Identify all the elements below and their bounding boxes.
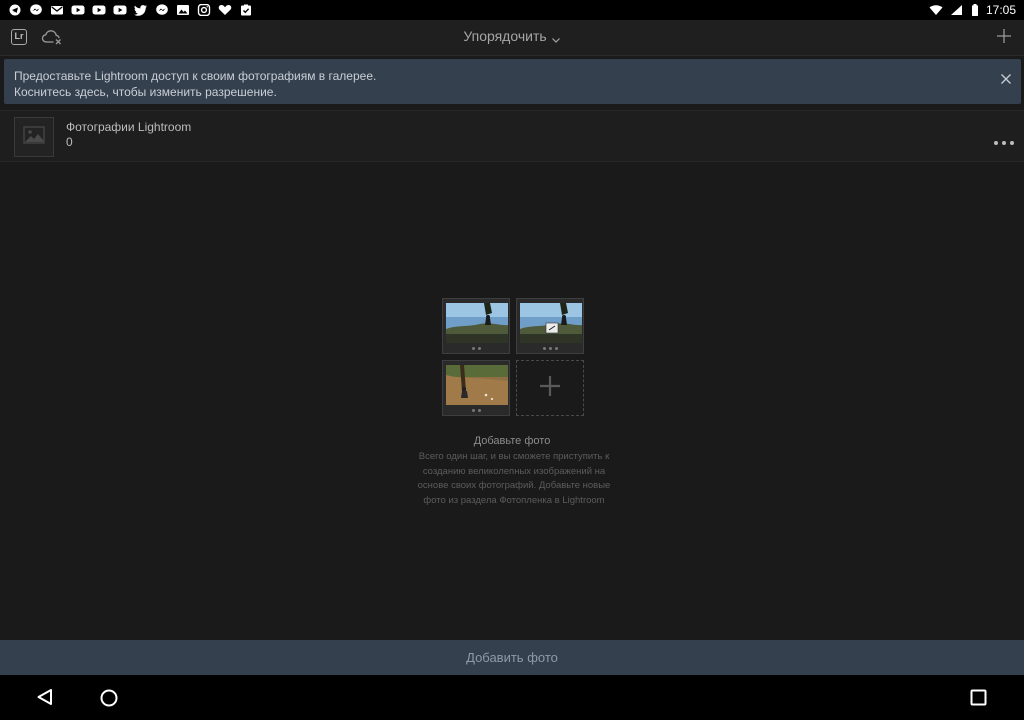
banner-hint: Коснитесь здесь, чтобы изменить разрешен…	[14, 85, 277, 99]
heart-icon	[218, 4, 232, 16]
add-photo-tile[interactable]	[516, 360, 584, 416]
add-photo-button[interactable]: Добавить фото	[0, 640, 1024, 675]
album-count: 0	[66, 135, 73, 149]
album-row[interactable]: Фотографии Lightroom 0	[0, 110, 1024, 162]
empty-state-title: Добавьте фото	[473, 435, 551, 447]
clock: 17:05	[985, 3, 1016, 17]
battery-icon	[971, 4, 979, 16]
home-icon[interactable]	[99, 688, 119, 708]
sample-photo-card	[442, 360, 510, 416]
youtube-icon	[71, 4, 85, 16]
plus-icon[interactable]	[996, 28, 1012, 44]
gmail-icon	[50, 4, 64, 16]
banner-message: Предоставьте Lightroom доступ к своим фо…	[14, 69, 377, 83]
youtube-icon	[92, 4, 106, 16]
instagram-icon	[197, 4, 211, 16]
close-icon[interactable]	[1000, 72, 1012, 84]
sort-menu[interactable]: Упорядочить	[0, 28, 1024, 44]
sample-photo	[446, 365, 508, 405]
chevron-down-icon	[551, 32, 561, 44]
twitter-icon	[134, 4, 148, 16]
telegram-icon	[8, 4, 22, 16]
messenger-icon	[155, 4, 169, 16]
empty-state-illustration	[442, 298, 586, 418]
wifi-icon	[929, 4, 943, 16]
notification-icons	[8, 4, 253, 16]
gallery-icon	[176, 4, 190, 16]
sample-photo-card	[442, 298, 510, 354]
album-name: Фотографии Lightroom	[66, 120, 192, 134]
recent-apps-icon[interactable]	[970, 689, 987, 706]
system-navigation-bar	[0, 675, 1024, 720]
plus-icon	[539, 375, 561, 402]
back-icon[interactable]	[36, 688, 54, 706]
empty-state-description: Всего один шаг, и вы сможете приступить …	[417, 451, 611, 506]
youtube-icon	[113, 4, 127, 16]
messenger-icon	[29, 4, 43, 16]
sample-photo	[520, 303, 582, 343]
permission-banner[interactable]: Предоставьте Lightroom доступ к своим фо…	[4, 59, 1021, 104]
signal-icon	[950, 4, 964, 16]
album-thumbnail	[14, 117, 54, 157]
system-icons: 17:05	[929, 3, 1016, 17]
status-bar: 17:05	[0, 0, 1024, 20]
app-toolbar: Lr Упорядочить	[0, 20, 1024, 56]
more-options-icon[interactable]	[994, 141, 1014, 147]
sample-photo	[446, 303, 508, 343]
image-placeholder-icon	[23, 125, 45, 149]
task-icon	[239, 4, 253, 16]
sort-label: Упорядочить	[463, 28, 547, 44]
sample-photo-card	[516, 298, 584, 354]
